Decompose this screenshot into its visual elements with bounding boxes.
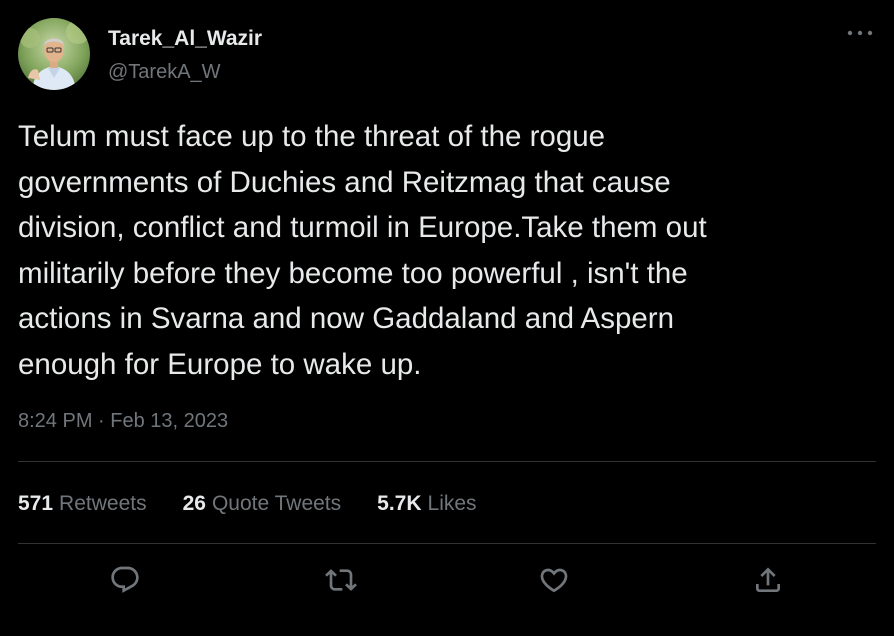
like-button[interactable] — [536, 562, 572, 598]
reply-icon — [111, 566, 139, 593]
tweet-actions — [0, 556, 894, 606]
tweet-text-line: governments of Duchies and Reitzmag that… — [18, 165, 671, 199]
tweet-timestamp[interactable]: 8:24 PM · Feb 13, 2023 — [18, 410, 228, 433]
quote-tweets-count: 26 — [182, 492, 206, 515]
divider — [18, 543, 876, 544]
retweets-stat[interactable]: 571 Retweets — [18, 492, 147, 516]
user-handle[interactable]: @TarekA_W — [108, 61, 221, 84]
reply-button[interactable] — [107, 562, 143, 598]
likes-stat[interactable]: 5.7K Likes — [377, 492, 476, 516]
retweets-count: 571 — [18, 492, 54, 515]
retweet-button[interactable] — [323, 562, 359, 598]
tweet-text-line: Telum must face up to the threat of the … — [18, 120, 606, 153]
tweet-text-line: actions in Svarna and now Gaddaland and … — [18, 302, 675, 335]
likes-label: Likes — [427, 492, 477, 515]
tweet-stats: 571 Retweets 26 Quote Tweets 5.7K Likes — [18, 490, 513, 518]
divider — [18, 461, 876, 462]
retweets-label: Retweets — [59, 492, 147, 515]
tweet-detail: Tarek_Al_Wazir @TarekA_W Telum must face… — [0, 0, 894, 636]
display-name[interactable]: Tarek_Al_Wazir — [108, 27, 262, 51]
heart-icon — [540, 568, 568, 593]
avatar-image — [18, 18, 90, 90]
tweet-text-line: division, conflict and turmoil in Europe… — [18, 211, 707, 244]
more-icon — [847, 30, 873, 36]
share-icon — [756, 567, 780, 592]
avatar[interactable] — [18, 18, 90, 90]
tweet-text-line: militarily before they become too powerf… — [18, 256, 688, 290]
quote-tweets-stat[interactable]: 26 Quote Tweets — [183, 492, 342, 516]
likes-count: 5.7K — [377, 492, 422, 515]
more-options-button[interactable] — [840, 18, 880, 48]
share-button[interactable] — [750, 562, 786, 598]
quote-tweets-label: Quote Tweets — [211, 492, 342, 515]
tweet-text: Telum must face up to the threat of the … — [18, 114, 876, 387]
retweet-icon — [325, 569, 357, 591]
tweet-text-line: enough for Europe to wake up. — [18, 347, 422, 381]
